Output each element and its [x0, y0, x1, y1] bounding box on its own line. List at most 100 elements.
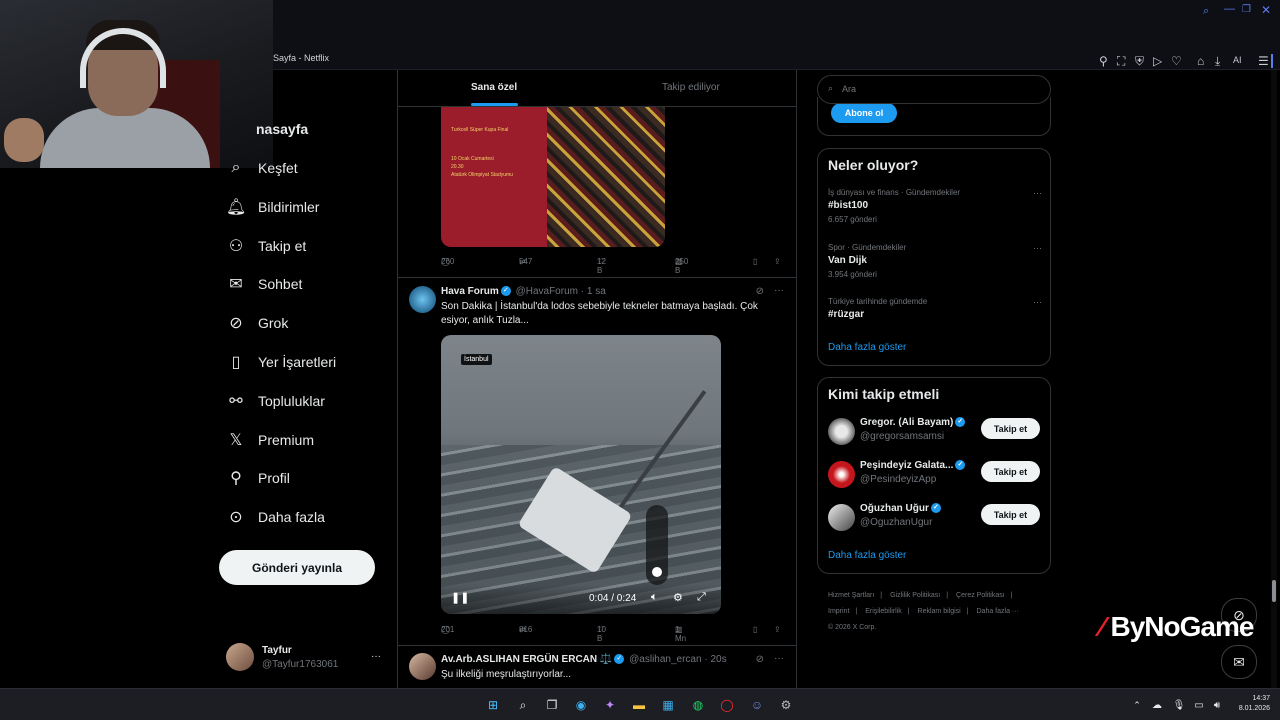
- footer-link[interactable]: Daha fazla ···: [977, 608, 1019, 615]
- follow-suggestion[interactable]: Oğuzhan Uğur ✓ @OguzhanUgur Takip et: [828, 502, 1042, 532]
- system-clock[interactable]: 14:37 8.01.2026: [1228, 694, 1270, 714]
- follow-suggestion[interactable]: Peşindeyiz Galata... ✓ @PesindeyizApp Tak…: [828, 459, 1042, 489]
- follow-button[interactable]: Takip et: [981, 461, 1040, 482]
- follow-button[interactable]: Takip et: [981, 418, 1040, 439]
- scrollbar-thumb[interactable]: [1272, 580, 1276, 602]
- chevron-up-icon[interactable]: ⌃: [1128, 696, 1146, 714]
- volume-slider[interactable]: [646, 505, 668, 585]
- bookmark-icon[interactable]: ▯: [753, 625, 757, 634]
- share-icon[interactable]: ⇪: [774, 257, 781, 266]
- more-icon[interactable]: ···: [774, 653, 784, 664]
- tab-for-you[interactable]: Sana özel: [471, 82, 517, 93]
- minimize-icon[interactable]: —: [1224, 3, 1235, 15]
- close-icon[interactable]: ✕: [1261, 3, 1271, 17]
- avatar[interactable]: [409, 653, 436, 680]
- edge-icon[interactable]: ◉: [572, 696, 590, 714]
- nav-communities[interactable]: ⚯ Topluluklar: [226, 387, 325, 415]
- author-handle[interactable]: @HavaForum: [516, 286, 578, 297]
- grok-icon[interactable]: ⊘: [756, 654, 764, 665]
- download-icon[interactable]: ⤓: [1215, 54, 1220, 69]
- video-player[interactable]: İstanbul ❚❚ 0:04 / 0:24 🔈︎ ⚙ ⤢: [441, 335, 721, 614]
- trend-category: İş dünyası ve finans · Gündemdekiler: [828, 188, 961, 197]
- search-icon[interactable]: ⌕: [1203, 5, 1209, 18]
- fullscreen-icon[interactable]: ⤢: [697, 591, 706, 604]
- mute-icon[interactable]: 🔈︎: [651, 591, 658, 604]
- nav-grok[interactable]: ⊘ Grok: [226, 309, 288, 337]
- mic-icon[interactable]: 🎙︎: [1170, 696, 1188, 714]
- screenshot-icon[interactable]: ⛶: [1117, 54, 1125, 69]
- nav-explore[interactable]: ⌕ Keşfet: [226, 154, 298, 182]
- tab-title[interactable]: Sayfa - Netflix: [273, 53, 329, 63]
- author-handle[interactable]: @aslihan_ercan: [629, 654, 701, 665]
- footer-link[interactable]: Erişilebilirlik: [865, 608, 902, 615]
- play-icon[interactable]: ▷: [1153, 54, 1162, 68]
- start-icon[interactable]: ⊞: [484, 696, 502, 714]
- footer-link[interactable]: Gizlilik Politikası: [890, 592, 940, 599]
- follow-suggestion[interactable]: Gregor. (Ali Bayam) ✓ @gregorsamsamsi Tak…: [828, 416, 1042, 446]
- footer-link[interactable]: Çerez Politikası: [956, 592, 1005, 599]
- subscribe-button[interactable]: Abone ol: [831, 103, 897, 123]
- more-icon[interactable]: ···: [1033, 243, 1042, 253]
- footer-link[interactable]: Imprint: [828, 608, 849, 615]
- whatsapp-icon[interactable]: ◍: [689, 696, 707, 714]
- account-more-icon[interactable]: ···: [371, 651, 381, 662]
- trend-item[interactable]: Spor · Gündemdekiler Van Dijk 3.954 gönd…: [828, 243, 1042, 279]
- search-icon[interactable]: ⌕: [514, 696, 532, 714]
- heart-icon[interactable]: ♡: [1171, 54, 1182, 68]
- restore-icon[interactable]: ❐: [1242, 4, 1251, 15]
- settings-icon[interactable]: ⚙: [777, 696, 795, 714]
- bag-icon[interactable]: ⌂: [1197, 54, 1204, 68]
- post-time[interactable]: · 1 sa: [581, 286, 606, 297]
- grok-icon[interactable]: ⊘: [756, 286, 764, 297]
- copilot-icon[interactable]: ✦: [601, 696, 619, 714]
- discord-icon[interactable]: ☺: [748, 696, 766, 714]
- avatar[interactable]: [409, 286, 436, 313]
- scrollbar[interactable]: [1271, 70, 1277, 688]
- more-icon[interactable]: ···: [1033, 297, 1042, 307]
- trend-item[interactable]: Türkiye tarihinde gündemde #rüzgar ···: [828, 297, 1042, 320]
- share-icon[interactable]: ⇪: [774, 625, 781, 634]
- store-icon[interactable]: ▦: [659, 696, 677, 714]
- post-time[interactable]: · 20s: [704, 654, 726, 665]
- volume-knob[interactable]: [652, 567, 662, 577]
- nav-chat[interactable]: ✉ Sohbet: [226, 270, 302, 298]
- show-more-link[interactable]: Daha fazla göster: [828, 550, 906, 561]
- author-name[interactable]: Av.Arb.ASLIHAN ERGÜN ERCAN ⚖️: [441, 654, 612, 665]
- bookmark-icon[interactable]: ▯: [753, 257, 757, 266]
- nav-home[interactable]: nasayfa: [256, 115, 308, 143]
- follow-button[interactable]: Takip et: [981, 504, 1040, 525]
- footer-link[interactable]: Hizmet Şartları: [828, 592, 874, 599]
- suggestion-name-text: Oğuzhan Uğur: [860, 503, 929, 514]
- nav-profile[interactable]: ⚲ Profil: [226, 464, 290, 492]
- pin-icon[interactable]: ⚲: [1099, 54, 1108, 68]
- ai-button[interactable]: AI: [1233, 55, 1242, 65]
- nav-more[interactable]: ⊙ Daha fazla: [226, 503, 325, 531]
- menu-icon[interactable]: ☰: [1258, 54, 1269, 68]
- task-view-icon[interactable]: ❐: [543, 696, 561, 714]
- cloud-icon[interactable]: ☁: [1148, 696, 1166, 714]
- search-input[interactable]: ⌕ Ara: [817, 75, 1051, 104]
- post-button[interactable]: Gönderi yayınla: [219, 550, 375, 585]
- pause-icon[interactable]: ❚❚: [451, 591, 469, 604]
- more-icon[interactable]: ···: [1033, 188, 1042, 198]
- nav-notifications[interactable]: 🔔︎ Bildirimler: [226, 193, 320, 221]
- volume-icon[interactable]: 🔊︎: [1208, 696, 1226, 714]
- tab-following[interactable]: Takip ediliyor: [662, 82, 720, 93]
- more-icon[interactable]: ···: [774, 285, 784, 296]
- poster-line: 20.30: [451, 164, 464, 170]
- opera-icon[interactable]: ◯: [718, 696, 736, 714]
- messages-fab-icon[interactable]: ✉: [1221, 645, 1257, 679]
- author-name[interactable]: Hava Forum: [441, 286, 499, 297]
- nav-premium[interactable]: 𝕏 Premium: [226, 426, 314, 454]
- show-more-link[interactable]: Daha fazla göster: [828, 342, 906, 353]
- display-icon[interactable]: ▭: [1190, 696, 1208, 714]
- account-switcher[interactable]: Tayfur @Tayfur1763061 ···: [226, 643, 386, 675]
- post-media-image[interactable]: Turkcell Süper Kupa Final 10 Ocak Cumart…: [441, 107, 665, 247]
- trend-item[interactable]: İş dünyası ve finans · Gündemdekiler #bi…: [828, 188, 1042, 224]
- folder-icon[interactable]: ▬: [630, 696, 648, 714]
- nav-bookmarks[interactable]: ▯ Yer İşaretleri: [226, 348, 336, 376]
- settings-icon[interactable]: ⚙: [673, 591, 683, 604]
- footer-link[interactable]: Reklam bilgisi: [918, 608, 961, 615]
- shield-icon[interactable]: ⛨: [1135, 54, 1144, 69]
- nav-follow[interactable]: ⚇ Takip et: [226, 232, 306, 260]
